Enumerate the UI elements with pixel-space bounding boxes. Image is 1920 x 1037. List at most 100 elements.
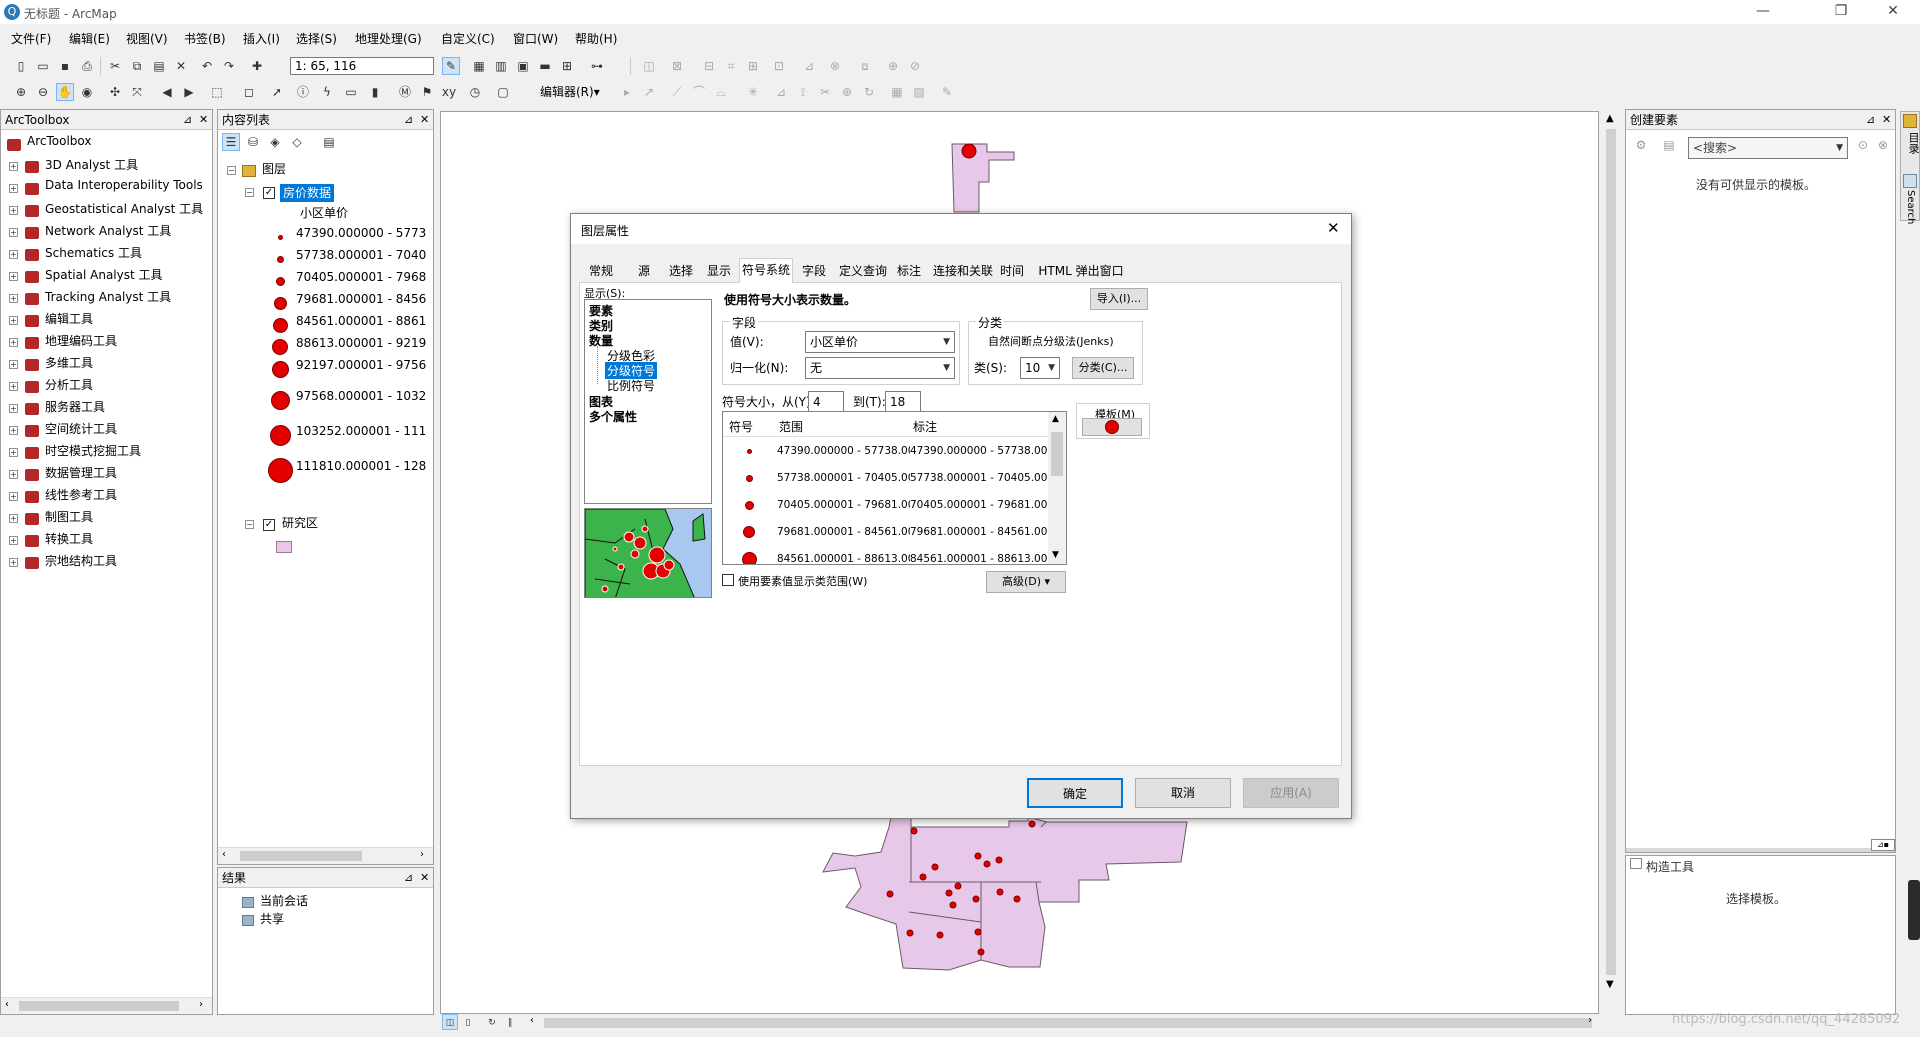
tab-2[interactable]: 选择 — [663, 260, 699, 282]
python-window-icon[interactable]: ▬ — [536, 57, 554, 75]
layer-visibility-checkbox[interactable]: ✓ — [263, 519, 275, 531]
menu-selection[interactable]: 选择(S) — [296, 30, 337, 47]
search-window-icon[interactable]: ⊶ — [588, 57, 606, 75]
table-icon[interactable]: ⊞ — [744, 57, 762, 75]
print-icon[interactable]: ⎙ — [78, 57, 96, 75]
map-vscroll-thumb[interactable] — [1606, 129, 1616, 975]
class-label-cell[interactable]: 57738.000001 - 70405.000000 — [910, 472, 1050, 484]
pin-icon[interactable]: ⊿ — [183, 110, 192, 130]
clear-selected-icon[interactable]: ◻ — [240, 83, 258, 101]
go-to-xy-icon[interactable]: xy — [440, 83, 458, 101]
topology-icon[interactable]: ⊿ — [800, 57, 818, 75]
expand-icon[interactable]: + — [9, 228, 18, 237]
class-range-cell[interactable]: 84561.000001 - 88613.000000 — [777, 553, 910, 564]
expand-icon[interactable]: + — [9, 448, 18, 457]
expand-icon[interactable]: + — [9, 536, 18, 545]
end-point-arc-icon[interactable]: ⌒ — [690, 83, 708, 101]
class-row[interactable]: 47390.000000 - 57738.00000047390.000000 … — [723, 438, 1050, 465]
scroll-left-icon[interactable]: ‹ — [530, 1015, 534, 1026]
class-range-cell[interactable]: 47390.000000 - 57738.000000 — [777, 445, 910, 457]
col-range-header[interactable]: 范围 — [779, 418, 803, 435]
organize-templates-icon[interactable]: ⚙ — [1632, 136, 1650, 154]
col-symbol-header[interactable]: 符号 — [729, 418, 753, 435]
identify-icon[interactable]: ⓘ — [294, 83, 312, 101]
list-by-visibility-icon[interactable]: ◈ — [266, 133, 284, 151]
menu-view[interactable]: 视图(V) — [126, 30, 168, 47]
expand-icon[interactable]: + — [9, 272, 18, 281]
trace-icon[interactable]: ⌓ — [712, 83, 730, 101]
close-window-button[interactable]: ✕ — [1870, 0, 1916, 24]
close-icon[interactable]: ✕ — [420, 110, 429, 130]
georef-icon[interactable]: ⊕ — [884, 57, 902, 75]
close-icon[interactable]: ✕ — [420, 868, 429, 888]
menu-geoprocessing[interactable]: 地理处理(G) — [355, 30, 422, 47]
toc-hscroll[interactable]: ‹ › — [218, 847, 433, 864]
redo-icon[interactable]: ↷ — [220, 57, 238, 75]
pin-icon[interactable]: ⊿ — [1866, 110, 1875, 130]
templates-list-icon[interactable]: ▤ — [1660, 136, 1678, 154]
class-symbol-icon[interactable] — [744, 500, 754, 510]
col-label-header[interactable]: 标注 — [913, 418, 937, 435]
menu-bookmarks[interactable]: 书签(B) — [184, 30, 226, 47]
layout-view-icon[interactable]: ▯ — [460, 1014, 476, 1030]
fixed-zoom-in-icon[interactable]: ✣ — [106, 83, 124, 101]
class-label-cell[interactable]: 79681.000001 - 84561.000000 — [910, 526, 1050, 538]
class-label-cell[interactable]: 70405.000001 - 79681.000000 — [910, 499, 1050, 511]
expand-icon[interactable]: + — [9, 492, 18, 501]
classes-count-select[interactable]: 10 ▼ — [1020, 357, 1060, 379]
arctoolbox-window-icon[interactable]: ▣ — [514, 57, 532, 75]
point-icon[interactable]: ✳ — [744, 83, 762, 101]
template-search-input[interactable]: <搜索> ▼ — [1688, 137, 1848, 159]
zoom-out-icon[interactable]: ⊖ — [34, 83, 52, 101]
forward-extent-icon[interactable]: ▶ — [180, 83, 198, 101]
arctoolbox-hscroll[interactable]: ‹ › — [1, 997, 212, 1014]
paste-icon[interactable]: ▤ — [150, 57, 168, 75]
class-range-cell[interactable]: 57738.000001 - 70405.000000 — [777, 472, 910, 484]
split-icon[interactable]: ⊕ — [838, 83, 856, 101]
data-view-icon[interactable]: ◫ — [442, 1014, 458, 1030]
copy-icon[interactable]: ⧉ — [128, 57, 146, 75]
expand-icon[interactable]: + — [9, 404, 18, 413]
class-list[interactable]: 符号 范围 标注 47390.000000 - 57738.0000004739… — [722, 411, 1067, 565]
expand-icon[interactable]: + — [9, 184, 18, 193]
clear-selection-icon[interactable]: ⊠ — [668, 57, 686, 75]
layer-name[interactable]: 房价数据 — [280, 184, 335, 202]
expand-icon[interactable]: + — [9, 426, 18, 435]
value-field-select[interactable]: 小区单价 ▼ — [805, 331, 955, 353]
apply-button[interactable]: 应用(A) — [1243, 778, 1339, 808]
expand-icon[interactable]: + — [9, 162, 18, 171]
cancel-button[interactable]: 取消 — [1135, 778, 1231, 808]
show-proportional-symbols[interactable]: 比例符号 — [607, 377, 655, 394]
menu-edit[interactable]: 编辑(E) — [69, 30, 110, 47]
class-list-vscroll[interactable]: ▲ ▼ — [1048, 412, 1066, 564]
find-icon[interactable]: Ⓜ — [396, 83, 414, 101]
menu-file[interactable]: 文件(F) — [11, 30, 51, 47]
menu-customize[interactable]: 自定义(C) — [441, 30, 495, 47]
ok-button[interactable]: 确定 — [1027, 778, 1123, 808]
show-multiple-attributes[interactable]: 多个属性 — [589, 408, 637, 425]
use-feature-values-checkbox[interactable] — [722, 574, 734, 586]
list-by-drawing-order-icon[interactable]: ☰ — [222, 133, 240, 151]
edit-vertices-icon[interactable]: ⊿ — [772, 83, 790, 101]
class-symbol-icon[interactable] — [741, 551, 757, 564]
class-row[interactable]: 70405.000001 - 79681.00000070405.000001 … — [723, 492, 1050, 519]
measure-icon[interactable]: ▮ — [366, 83, 384, 101]
tab-0[interactable]: 常规 — [581, 260, 621, 282]
dialog-close-button[interactable]: ✕ — [1327, 219, 1340, 237]
expand-icon[interactable]: + — [9, 360, 18, 369]
list-by-selection-icon[interactable]: ◇ — [288, 133, 306, 151]
tab-1[interactable]: 源 — [629, 260, 659, 282]
clear-search-icon[interactable]: ⊗ — [1874, 136, 1892, 154]
zoom-in-icon[interactable]: ⊕ — [12, 83, 30, 101]
class-symbol-icon[interactable] — [746, 448, 752, 454]
add-data-icon[interactable]: ✚ — [248, 57, 266, 75]
advanced-button[interactable]: 高级(D) ▾ — [986, 571, 1066, 593]
size-to-input[interactable]: 18 — [885, 391, 921, 413]
collapse-icon[interactable]: − — [245, 520, 254, 529]
class-range-cell[interactable]: 79681.000001 - 84561.000000 — [777, 526, 910, 538]
cut-icon[interactable]: ✂ — [106, 57, 124, 75]
expand-icon[interactable]: + — [9, 316, 18, 325]
side-tab-search[interactable]: Search — [1905, 190, 1916, 224]
close-icon[interactable]: ✕ — [199, 110, 208, 130]
tab-9[interactable]: 时间 — [995, 260, 1029, 282]
